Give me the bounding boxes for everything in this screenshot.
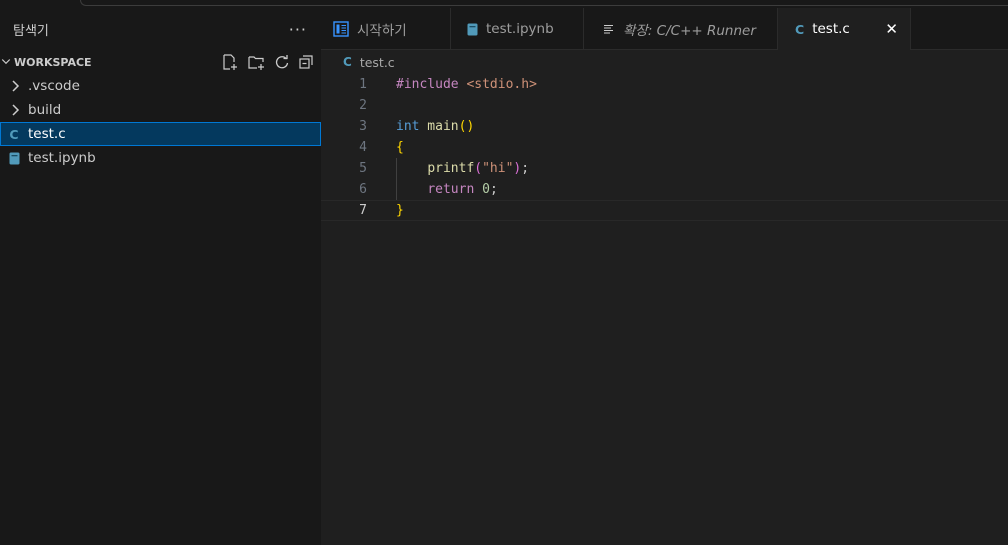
tab-label: 시작하기 <box>357 23 407 39</box>
title-bar <box>0 0 1008 8</box>
new-file-icon[interactable] <box>221 53 239 71</box>
code-line[interactable]: 5 printf("hi"); <box>321 158 1008 179</box>
line-number: 6 <box>359 182 367 197</box>
tab-test-ipynb[interactable]: test.ipynb <box>451 8 584 50</box>
tree-item-label: test.c <box>28 126 66 142</box>
tab-welcome[interactable]: 시작하기 <box>321 8 451 50</box>
c-file-icon: C <box>9 126 19 142</box>
tree-item-test-c[interactable]: C test.c <box>0 122 321 146</box>
code-line-current[interactable]: 7 } <box>321 200 1008 221</box>
breadcrumb-file[interactable]: test.c <box>360 55 395 70</box>
code-line[interactable]: 6 return 0; <box>321 179 1008 200</box>
tree-item-label: build <box>28 102 62 118</box>
tab-test-c[interactable]: C test.c ✕ <box>778 8 911 50</box>
editor-group: 시작하기 test.ipynb 확장: C/C++ Runner C test.… <box>321 8 1008 545</box>
code-line[interactable]: 1 #include <stdio.h> <box>321 74 1008 95</box>
chevron-right-icon <box>0 104 28 116</box>
line-number: 2 <box>359 98 367 113</box>
notebook-icon <box>467 23 478 36</box>
line-number: 5 <box>359 161 367 176</box>
code-line[interactable]: 3 int main() <box>321 116 1008 137</box>
line-number: 7 <box>359 203 367 218</box>
line-number: 4 <box>359 140 367 155</box>
tree-item-label: test.ipynb <box>28 150 96 166</box>
line-number: 1 <box>359 77 367 92</box>
line-number: 3 <box>359 119 367 134</box>
explorer-title: 탐색기 <box>13 23 49 39</box>
tree-item-build[interactable]: build <box>0 98 321 122</box>
tab-bar: 시작하기 test.ipynb 확장: C/C++ Runner C test.… <box>321 8 1008 50</box>
c-file-icon: C <box>343 55 352 69</box>
explorer-header: 탐색기 ··· <box>0 8 321 50</box>
collapse-all-icon[interactable] <box>298 54 314 70</box>
tab-label: 확장: C/C++ Runner <box>623 23 756 39</box>
tab-label: test.c <box>812 21 850 37</box>
code-line[interactable]: 2 <box>321 95 1008 116</box>
chevron-right-icon <box>0 80 28 92</box>
workspace-label: WORKSPACE <box>14 55 92 69</box>
workspace-section-header[interactable]: WORKSPACE <box>0 50 321 74</box>
tab-extension-cpp-runner[interactable]: 확장: C/C++ Runner <box>584 8 778 50</box>
notebook-icon <box>0 152 28 165</box>
new-folder-icon[interactable] <box>247 53 266 71</box>
refresh-icon[interactable] <box>274 54 290 70</box>
tree-item-vscode[interactable]: .vscode <box>0 74 321 98</box>
close-tab-icon[interactable]: ✕ <box>885 20 898 38</box>
extension-preview-icon <box>603 23 615 35</box>
more-actions-button[interactable]: ··· <box>289 20 307 39</box>
c-file-icon: C <box>795 21 805 37</box>
tree-item-test-ipynb[interactable]: test.ipynb <box>0 146 321 170</box>
breadcrumb[interactable]: C test.c <box>321 50 1008 74</box>
code-line[interactable]: 4 { <box>321 137 1008 158</box>
vscode-window: 탐색기 ··· WORKSPACE .vscode build C test.c… <box>0 0 1008 545</box>
explorer-sidebar: 탐색기 ··· WORKSPACE .vscode build C test.c… <box>0 8 321 545</box>
welcome-icon <box>333 21 349 37</box>
tree-item-label: .vscode <box>28 78 80 94</box>
tab-label: test.ipynb <box>486 21 554 37</box>
code-editor[interactable]: 1 #include <stdio.h> 2 3 int main() 4 { … <box>321 74 1008 221</box>
chevron-down-icon <box>0 55 12 70</box>
